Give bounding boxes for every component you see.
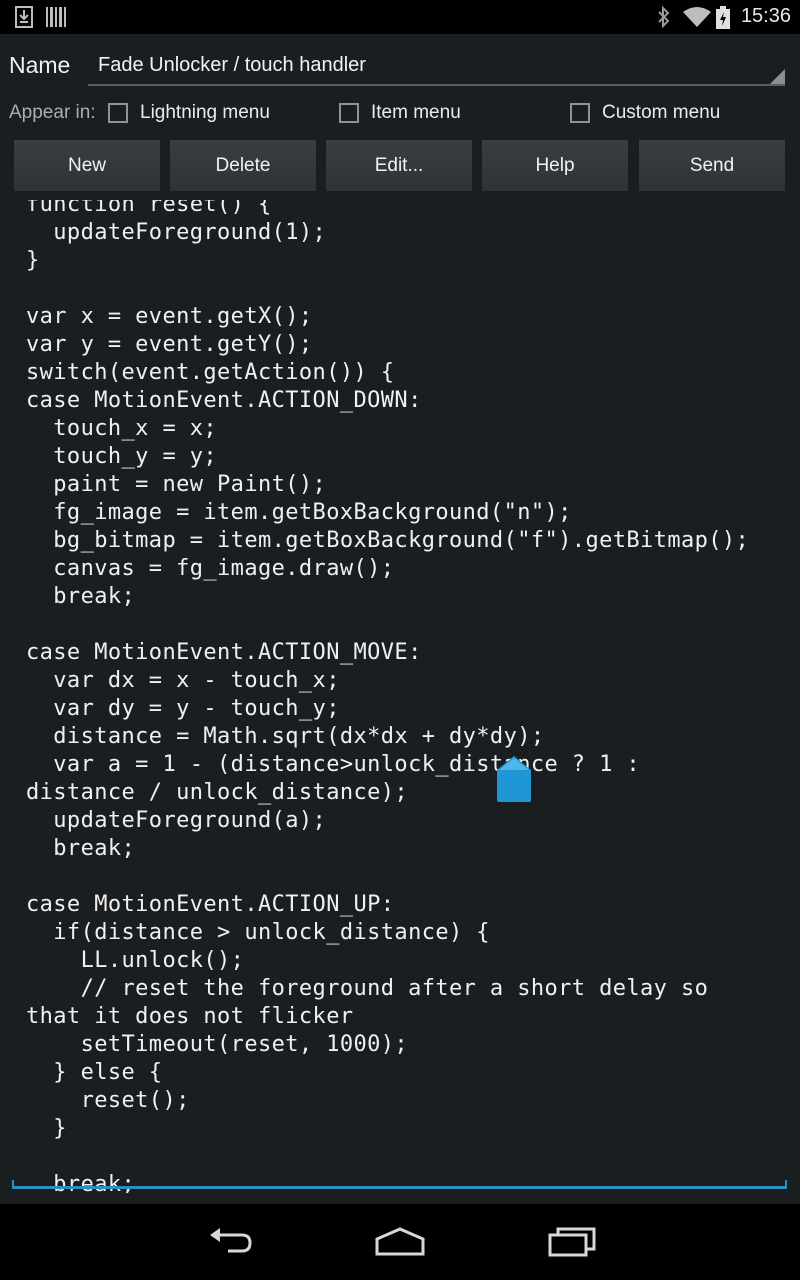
code-line: var x = event.getX(); [26,304,313,329]
code-line: break; [26,1172,136,1193]
code-line: function reset() { [26,200,272,217]
delete-button[interactable]: Delete [170,140,316,193]
code-line: canvas = fg_image.draw(); [26,556,395,581]
status-time: 15:36 [740,5,791,27]
code-line: } [26,1116,67,1141]
appear-in-label: Appear in: [9,102,96,123]
code-line: case MotionEvent.ACTION_MOVE: [26,640,422,665]
back-icon [210,1228,252,1253]
code-line: case MotionEvent.ACTION_DOWN: [26,388,422,413]
code-line: LL.unlock(); [26,948,245,973]
code-line: setTimeout(reset, 1000); [26,1032,409,1057]
code-line: bg_bitmap = item.getBoxBackground("f").g… [26,528,750,553]
checkbox-label: Lightning menu [140,102,270,123]
lightning-menu-checkbox[interactable]: Lightning menu [108,100,270,126]
checkbox-box[interactable] [108,103,128,123]
text-cursor-handle[interactable] [497,756,531,802]
battery-charging-icon [716,6,730,29]
code-line: var a = 1 - (distance>unlock_distance ? … [26,752,641,777]
checkbox-label: Item menu [371,102,461,123]
barcode-notification-icon [46,7,66,27]
wifi-icon [683,7,711,27]
code-lines: function reset() { updateForeground(1);}… [26,200,749,1193]
editor-underline-right-tick [785,1180,787,1188]
code-line: var y = event.getY(); [26,332,313,357]
checkbox-box[interactable] [339,103,359,123]
code-line: } [26,248,40,273]
status-bar: 15:36 [0,0,800,34]
code-line: var dx = x - touch_x; [26,668,340,693]
checkbox-label: Custom menu [602,102,721,123]
code-line: var dy = y - touch_y; [26,696,340,721]
code-line: reset(); [26,1088,190,1113]
name-input[interactable]: Fade Unlocker / touch handler [88,46,785,86]
checkbox-box[interactable] [570,103,590,123]
help-button[interactable]: Help [482,140,628,193]
code-line: switch(event.getAction()) { [26,360,395,385]
code-line: updateForeground(1); [26,220,327,245]
code-line: distance = Math.sqrt(dx*dx + dy*dy); [26,724,545,749]
code-line: touch_x = x; [26,416,218,441]
recent-apps-icon [548,1227,596,1257]
code-line: // reset the foreground after a short de… [26,976,709,1001]
code-line: fg_image = item.getBoxBackground("n"); [26,500,572,525]
code-line: case MotionEvent.ACTION_UP: [26,892,395,917]
code-line: break; [26,584,136,609]
code-line: distance / unlock_distance); [26,780,409,805]
code-editor[interactable]: function reset() { updateForeground(1);}… [0,200,800,1193]
code-line: break; [26,836,136,861]
editor-focus-underline [12,1186,787,1189]
navigation-bar [0,1204,800,1280]
edit-button[interactable]: Edit... [326,140,472,193]
name-input-underline [88,84,785,86]
bluetooth-icon [658,6,670,28]
code-line: } else { [26,1060,163,1085]
item-menu-checkbox[interactable]: Item menu [339,100,461,126]
code-line: updateForeground(a); [26,808,327,833]
editor-underline-left-tick [12,1180,14,1188]
code-line: touch_y = y; [26,444,218,469]
recent-apps-button[interactable] [532,1218,612,1266]
home-icon [375,1227,425,1256]
send-button[interactable]: Send [639,140,785,193]
code-line: that it does not flicker [26,1004,354,1029]
back-button[interactable] [190,1218,270,1266]
code-line: if(distance > unlock_distance) { [26,920,490,945]
new-button[interactable]: New [14,140,160,193]
home-button[interactable] [360,1218,440,1266]
input-corner-indicator [770,69,785,84]
download-notification-icon [15,6,33,28]
code-line: paint = new Paint(); [26,472,327,497]
custom-menu-checkbox[interactable]: Custom menu [570,100,720,126]
name-input-value: Fade Unlocker / touch handler [98,54,366,76]
name-label: Name [9,52,71,78]
